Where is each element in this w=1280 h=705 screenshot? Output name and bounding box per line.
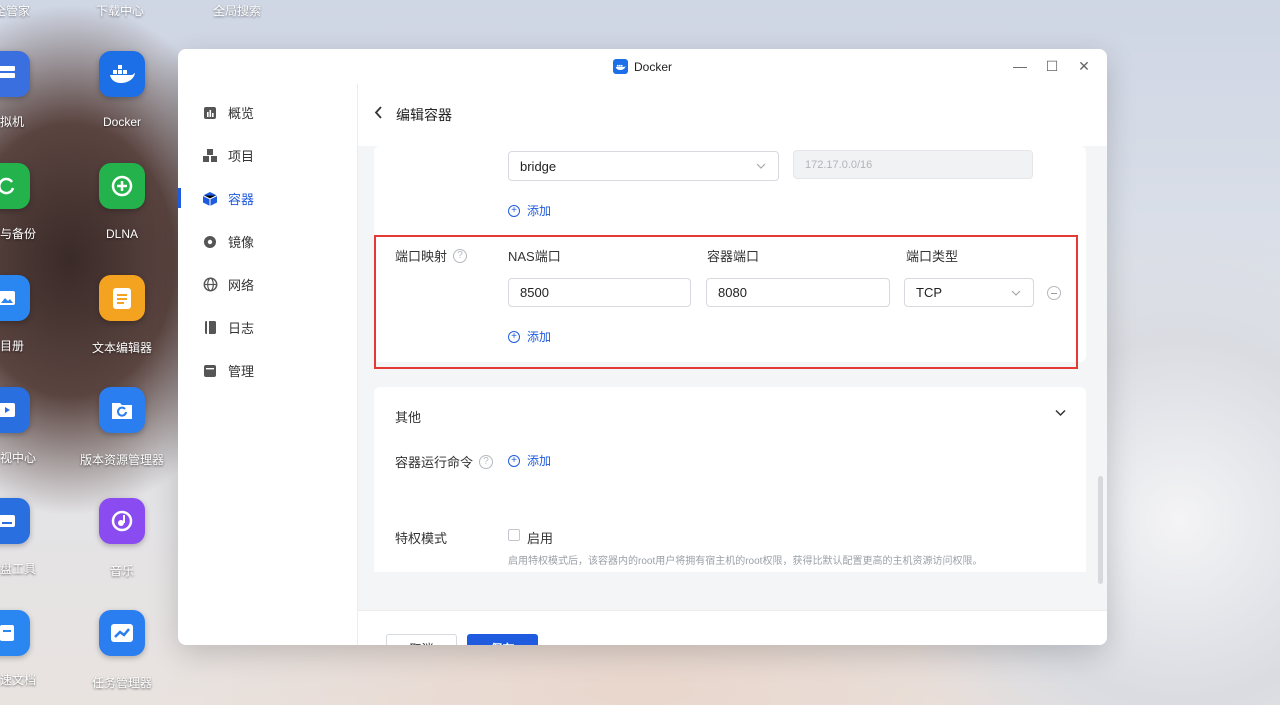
virtual-machine-app-icon[interactable] bbox=[0, 51, 30, 97]
sidebar-item-label: 项目 bbox=[228, 149, 255, 164]
task-manager-desktop-icon[interactable]: 任务管理器 bbox=[77, 610, 167, 691]
vertical-scrollbar[interactable] bbox=[1098, 476, 1103, 584]
folder-history-icon bbox=[99, 387, 145, 433]
chevron-down-icon bbox=[756, 163, 766, 169]
plus-circle-icon: + bbox=[508, 204, 520, 217]
top-label-search[interactable]: 全局搜索 bbox=[213, 2, 261, 19]
version-explorer-desktop-icon[interactable]: 版本资源管理器 bbox=[77, 387, 167, 468]
minimize-button[interactable]: — bbox=[1011, 57, 1029, 75]
save-button[interactable]: 保存 bbox=[467, 634, 538, 645]
privileged-option-label[interactable]: 启用 bbox=[527, 528, 553, 547]
main-content: 编辑容器 bridge 172.17.0.0/16 + 添加 端口映射 ? NA… bbox=[358, 84, 1107, 645]
image-icon bbox=[202, 234, 218, 250]
sidebar-item-label: 网络 bbox=[228, 278, 255, 293]
sidebar-item-label: 管理 bbox=[228, 364, 255, 379]
video-center-app-label: 视中心 bbox=[0, 451, 37, 465]
log-icon bbox=[202, 320, 218, 336]
backup-app-icon[interactable] bbox=[0, 163, 30, 209]
docker-desktop-label: Docker bbox=[102, 115, 141, 129]
sidebar-item-manage[interactable]: 管理 bbox=[178, 349, 357, 392]
notepad-icon bbox=[99, 275, 145, 321]
page-title: 编辑容器 bbox=[396, 107, 452, 123]
network-mode-value: bridge bbox=[520, 158, 557, 174]
dlna-icon bbox=[99, 163, 145, 209]
docs-app-icon[interactable] bbox=[0, 610, 30, 656]
run-command-text: 容器运行命令 bbox=[395, 455, 474, 470]
dlna-desktop-label: DLNA bbox=[105, 227, 138, 241]
desktop-top-bar: 全管家 下载中心 全局搜索 bbox=[0, 0, 1280, 20]
form-scroll-area[interactable]: bridge 172.17.0.0/16 + 添加 端口映射 ? NAS端口 容… bbox=[358, 146, 1107, 572]
music-note-icon bbox=[99, 498, 145, 544]
sidebar-item-project[interactable]: 项目 bbox=[178, 134, 357, 177]
cancel-button[interactable]: 取消 bbox=[386, 634, 457, 645]
task-manager-desktop-label: 任务管理器 bbox=[91, 676, 152, 690]
add-label: 添加 bbox=[527, 454, 552, 468]
video-center-app-icon[interactable] bbox=[0, 387, 30, 433]
text-editor-desktop-label: 文本编辑器 bbox=[91, 341, 152, 355]
sidebar: 概览 项目 容器 镜像 网络 日志 管理 bbox=[178, 84, 358, 645]
container-icon bbox=[202, 191, 218, 207]
dlna-desktop-icon[interactable]: DLNA bbox=[77, 163, 167, 241]
disk-tool-app-label: 盘工具 bbox=[0, 562, 37, 576]
sidebar-item-label: 镜像 bbox=[228, 235, 255, 250]
add-label: 添加 bbox=[527, 204, 552, 218]
music-desktop-icon[interactable]: 音乐 bbox=[77, 498, 167, 579]
text-editor-desktop-icon[interactable]: 文本编辑器 bbox=[77, 275, 167, 356]
sidebar-item-image[interactable]: 镜像 bbox=[178, 220, 357, 263]
network-icon bbox=[202, 277, 218, 293]
version-explorer-desktop-label: 版本资源管理器 bbox=[79, 453, 164, 467]
top-label-manager[interactable]: 全管家 bbox=[0, 2, 30, 19]
photos-app-label: 目册 bbox=[0, 339, 25, 353]
window-controls: — ☐ ✕ bbox=[1011, 57, 1093, 75]
back-arrow-icon[interactable] bbox=[374, 106, 384, 124]
page-header: 编辑容器 bbox=[358, 84, 1107, 146]
subnet-field: 172.17.0.0/16 bbox=[793, 150, 1033, 179]
manage-icon bbox=[202, 363, 218, 379]
window-title: Docker bbox=[633, 59, 672, 74]
other-section-title: 其他 bbox=[395, 410, 422, 425]
docker-whale-icon bbox=[99, 51, 145, 97]
privileged-hint: 启用特权模式后，该容器内的root用户将拥有宿主机的root权限，获得比默认配置… bbox=[508, 556, 983, 567]
help-icon[interactable]: ? bbox=[479, 454, 494, 469]
sidebar-item-label: 日志 bbox=[228, 321, 255, 336]
photos-app-icon[interactable] bbox=[0, 275, 30, 321]
maximize-button[interactable]: ☐ bbox=[1043, 57, 1061, 75]
network-add-button[interactable]: + 添加 bbox=[508, 202, 551, 219]
top-label-downloads[interactable]: 下载中心 bbox=[96, 2, 144, 19]
music-desktop-label: 音乐 bbox=[109, 564, 134, 578]
sidebar-item-label: 概览 bbox=[228, 106, 255, 121]
window-titlebar[interactable]: Docker — ☐ ✕ bbox=[178, 49, 1107, 84]
close-button[interactable]: ✕ bbox=[1075, 57, 1093, 75]
privileged-mode-label: 特权模式 bbox=[395, 531, 448, 546]
backup-app-label: 与备份 bbox=[0, 227, 37, 241]
docker-title-icon bbox=[612, 59, 628, 74]
network-mode-select[interactable]: bridge bbox=[508, 151, 779, 181]
other-settings-card: 其他 容器运行命令 ? + 添加 特权模式 启用 启用特权模式后，该容器内的ro… bbox=[374, 387, 1086, 572]
docs-app-label: 速文档 bbox=[0, 673, 37, 687]
disk-tool-app-icon[interactable] bbox=[0, 498, 30, 544]
chevron-down-icon[interactable] bbox=[1055, 409, 1066, 417]
virtual-machine-app-label: 拟机 bbox=[0, 115, 25, 129]
sidebar-item-overview[interactable]: 概览 bbox=[178, 91, 357, 134]
trend-chart-icon bbox=[99, 610, 145, 656]
docker-window: Docker — ☐ ✕ 概览 项目 容器 镜像 网络 日志 管理 编辑容器 b… bbox=[178, 49, 1107, 645]
privileged-checkbox[interactable] bbox=[508, 529, 520, 541]
plus-circle-icon: + bbox=[508, 454, 520, 467]
sidebar-item-container[interactable]: 容器 bbox=[178, 177, 357, 220]
port-mapping-highlight bbox=[374, 235, 1078, 369]
form-footer: 取消 保存 bbox=[358, 610, 1107, 645]
overview-icon bbox=[202, 105, 218, 121]
sidebar-item-network[interactable]: 网络 bbox=[178, 263, 357, 306]
sidebar-item-label: 容器 bbox=[228, 192, 255, 207]
docker-desktop-icon[interactable]: Docker bbox=[77, 51, 167, 129]
run-command-add-button[interactable]: + 添加 bbox=[508, 452, 551, 469]
sidebar-item-log[interactable]: 日志 bbox=[178, 306, 357, 349]
project-icon bbox=[202, 148, 218, 164]
run-command-label: 容器运行命令 ? bbox=[395, 452, 494, 471]
